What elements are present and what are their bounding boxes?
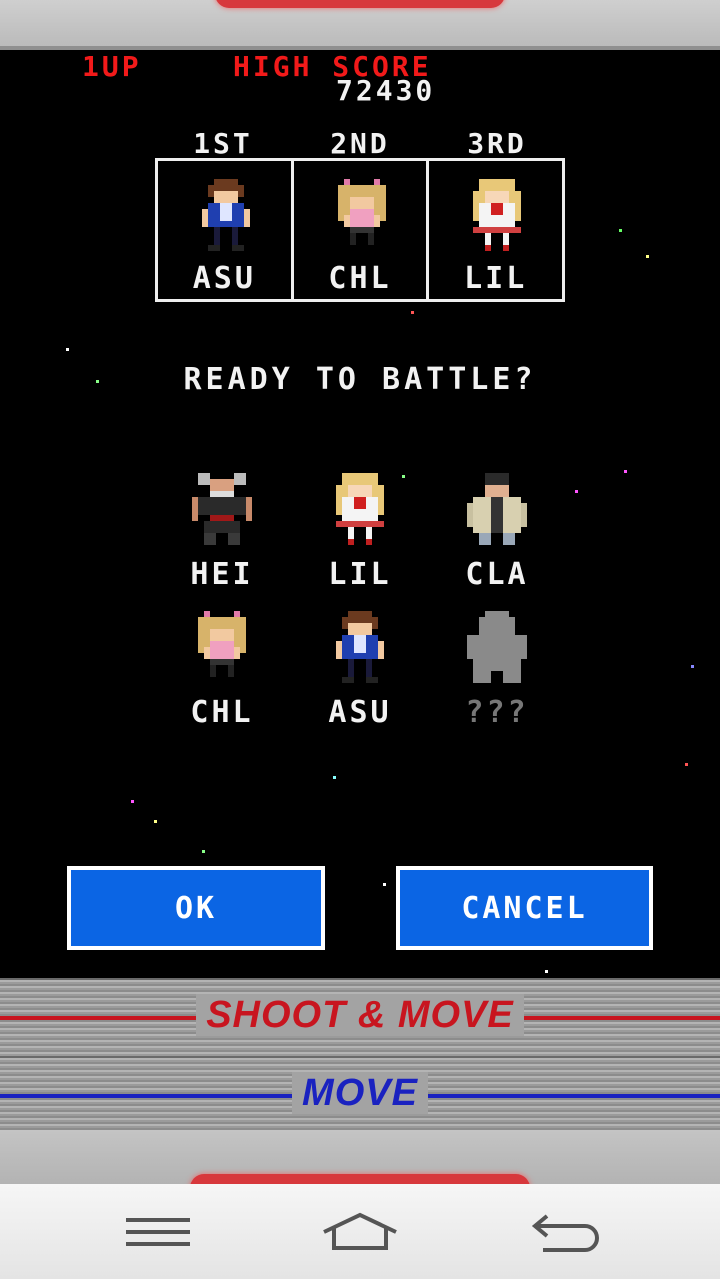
star: [545, 970, 548, 973]
lil-sprite-icon: [336, 473, 384, 545]
character-asu[interactable]: ASU: [300, 611, 420, 730]
chl-sprite-icon: [198, 611, 246, 677]
star: [624, 470, 627, 473]
rank-header-1st: 1ST: [193, 127, 253, 160]
rank-cell-3rd: LIL: [429, 161, 562, 299]
move-label: MOVE: [292, 1072, 428, 1114]
star: [333, 776, 336, 779]
star: [154, 820, 157, 823]
high-score-value: 72430: [336, 74, 436, 107]
character-name: ???: [465, 695, 529, 730]
character-name: CLA: [465, 557, 529, 592]
rank-header-3rd: 3RD: [467, 127, 527, 160]
rank-cell-1st: ASU: [158, 161, 294, 299]
star: [131, 800, 134, 803]
character-lil[interactable]: LIL: [300, 473, 420, 592]
shoot-move-label-wrap: SHOOT & MOVE: [0, 994, 720, 1037]
ranking-box: ASU CHL LIL: [155, 158, 565, 302]
locked-silhouette-icon: [467, 611, 527, 683]
character-name: ASU: [328, 695, 392, 730]
star: [691, 665, 694, 668]
character-cla[interactable]: CLA: [437, 473, 557, 592]
chl-sprite-icon: [337, 179, 386, 245]
lil-sprite-icon: [473, 179, 522, 251]
star: [202, 850, 205, 853]
move-control[interactable]: MOVE: [0, 1056, 720, 1136]
star: [383, 883, 386, 886]
back-button[interactable]: [518, 1204, 608, 1260]
character-name: CHL: [190, 695, 254, 730]
battle-prompt: READY TO BATTLE?: [183, 362, 537, 397]
back-icon: [531, 1214, 599, 1252]
home-icon: [323, 1212, 397, 1250]
asu-sprite-icon: [336, 611, 384, 683]
rank-name-1st: ASU: [192, 261, 256, 296]
rank-name-3rd: LIL: [464, 261, 528, 296]
home-button[interactable]: [315, 1204, 405, 1260]
star: [411, 311, 414, 314]
rank-cell-2nd: CHL: [294, 161, 430, 299]
character-hei[interactable]: HEI: [162, 473, 282, 592]
shoot-move-control[interactable]: SHOOT & MOVE: [0, 978, 720, 1058]
character-locked[interactable]: ???: [437, 611, 557, 730]
hei-sprite-icon: [192, 473, 252, 545]
move-label-wrap: MOVE: [0, 1072, 720, 1115]
cancel-button[interactable]: CANCEL: [396, 866, 653, 950]
rank-name-2nd: CHL: [328, 261, 392, 296]
cla-sprite-icon: [467, 473, 527, 545]
asu-sprite-icon: [202, 179, 250, 251]
character-name: LIL: [328, 557, 392, 592]
star: [66, 348, 69, 351]
shoot-move-label: SHOOT & MOVE: [196, 994, 524, 1036]
star: [619, 229, 622, 232]
bottom-metal-frame: [0, 1130, 720, 1184]
star: [646, 255, 649, 258]
character-name: HEI: [190, 557, 254, 592]
rank-header-2nd: 2ND: [330, 127, 390, 160]
menu-button[interactable]: [113, 1204, 203, 1260]
top-metal-frame: [0, 0, 720, 50]
system-navbar: [0, 1184, 720, 1279]
star: [685, 763, 688, 766]
player-label: 1UP: [82, 50, 142, 83]
character-chl[interactable]: CHL: [162, 611, 282, 730]
ok-button[interactable]: OK: [67, 866, 325, 950]
menu-icon: [126, 1218, 190, 1246]
star: [575, 490, 578, 493]
